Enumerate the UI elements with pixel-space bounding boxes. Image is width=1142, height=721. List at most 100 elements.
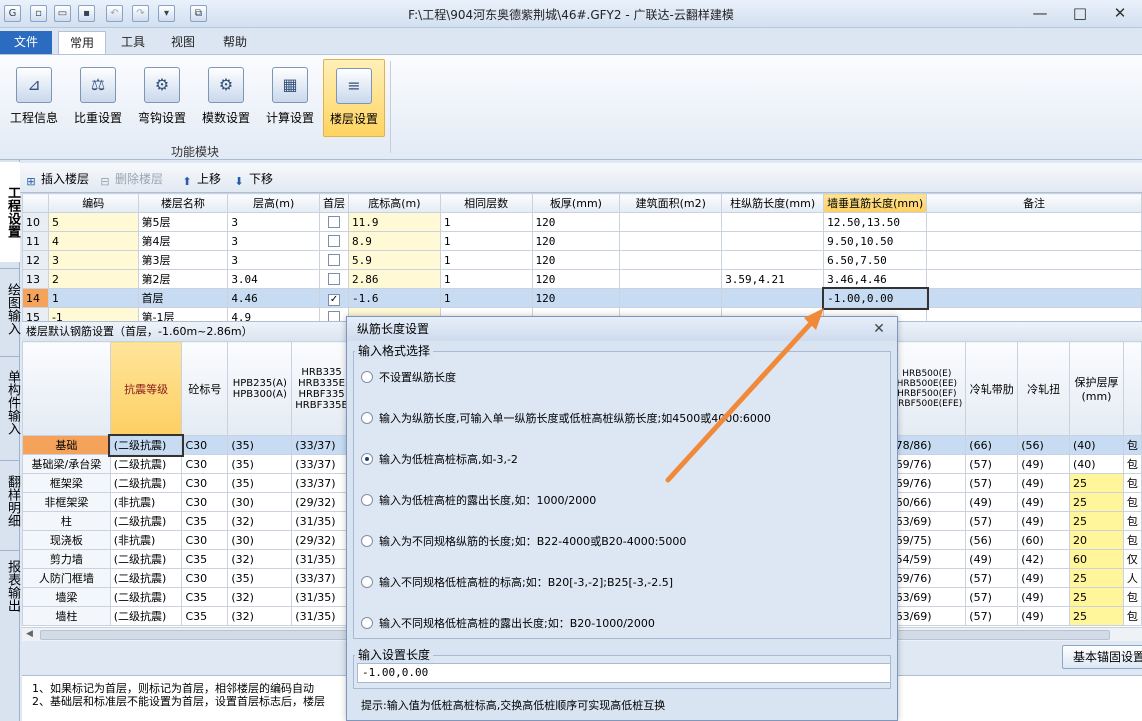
extra-cell[interactable]: 包	[1122, 454, 1142, 474]
first-floor-checkbox-cell[interactable]	[319, 231, 350, 251]
floor-name-cell[interactable]: 第-1层	[137, 307, 229, 321]
cold-twist-cell[interactable]: (42)	[1017, 549, 1070, 569]
wall-length-cell[interactable]: 3.46,4.46	[823, 269, 928, 289]
same-floor-count-cell[interactable]: 1	[439, 212, 533, 232]
note-cell[interactable]	[926, 288, 1142, 308]
hrb335-anchor-cell[interactable]: (31/35)	[291, 587, 352, 607]
delete-floor-button[interactable]: ⊟ 删除楼层	[98, 170, 163, 189]
floor-height-cell[interactable]: 4.9	[227, 307, 321, 321]
cold-twist-cell[interactable]: (49)	[1017, 492, 1070, 512]
wall-length-cell[interactable]: -1.00,0.00	[821, 286, 929, 310]
dialog-close-icon[interactable]: ✕	[869, 320, 889, 338]
floor-name-cell[interactable]: 第4层	[137, 231, 229, 251]
col-header-first[interactable]: 首层	[319, 193, 350, 213]
hrb500-anchor-cell[interactable]: (78/86)	[887, 435, 967, 455]
floor-height-cell[interactable]: 4.46	[227, 288, 321, 308]
seismic-grade-cell[interactable]: (二级抗震)	[109, 454, 183, 474]
first-floor-checkbox[interactable]	[328, 234, 341, 247]
tab-help[interactable]: 帮助	[214, 31, 256, 54]
bottom-elevation-cell[interactable]: 11.9	[348, 212, 441, 232]
floor-code-cell[interactable]: 4	[47, 231, 139, 251]
move-up-button[interactable]: ⬆ 上移	[180, 170, 221, 189]
sidebar-tab-drawing-input[interactable]: 绘图输入	[0, 268, 20, 348]
seismic-grade-cell[interactable]: (二级抗震)	[109, 587, 183, 607]
first-floor-checkbox[interactable]	[328, 215, 341, 228]
first-floor-checkbox[interactable]	[328, 253, 341, 266]
cold-rib-cell[interactable]: (66)	[965, 435, 1019, 455]
cold-twist-cell[interactable]: (60)	[1017, 530, 1070, 550]
col-header-same[interactable]: 相同层数	[439, 193, 533, 213]
first-floor-checkbox[interactable]	[328, 272, 341, 285]
first-floor-checkbox[interactable]	[328, 310, 341, 321]
cold-twist-cell[interactable]: (49)	[1017, 511, 1070, 531]
hrb500-anchor-cell[interactable]: (69/76)	[887, 568, 967, 588]
hook-settings-button[interactable]: ⚙ 弯钩设置	[131, 59, 193, 137]
hpb-anchor-cell[interactable]: (30)	[227, 530, 293, 550]
hrb335-anchor-cell[interactable]: (33/37)	[291, 473, 352, 493]
radio-button-icon[interactable]	[361, 453, 373, 465]
floor-name-cell[interactable]: 首层	[137, 288, 229, 308]
col-header-name[interactable]: 楼层名称	[137, 193, 229, 213]
floor-row[interactable]: 14 1 首层 4.46 ✓ -1.6 1 120 -1.00,0.00	[22, 286, 1142, 310]
seismic-grade-cell[interactable]: (二级抗震)	[108, 433, 184, 457]
minimize-button[interactable]: —	[1020, 2, 1060, 24]
cold-rib-cell[interactable]: (57)	[965, 511, 1019, 531]
tab-file[interactable]: 文件	[0, 31, 52, 54]
cover-cell[interactable]: 25	[1069, 568, 1124, 588]
area-cell[interactable]	[619, 288, 723, 308]
col-header-slab[interactable]: 板厚(mm)	[531, 193, 621, 213]
floor-settings-button[interactable]: ≡ 楼层设置	[323, 59, 385, 137]
hpb-anchor-cell[interactable]: (35)	[227, 568, 293, 588]
same-floor-count-cell[interactable]: 1	[439, 288, 533, 308]
cold-rib-cell[interactable]: (57)	[965, 454, 1019, 474]
seismic-grade-cell[interactable]: (二级抗震)	[109, 473, 183, 493]
floor-row[interactable]: 13 2 第2层 3.04 2.86 1 120 3.59,4.21 3.46,4.46	[22, 269, 1142, 289]
hrb500-anchor-cell[interactable]: (69/75)	[887, 530, 967, 550]
floor-height-cell[interactable]: 3	[227, 212, 321, 232]
col-header-column-length[interactable]: 柱纵筋长度(mm)	[721, 193, 825, 213]
cold-twist-cell[interactable]: (49)	[1017, 454, 1070, 474]
first-floor-checkbox-cell[interactable]	[319, 269, 350, 289]
first-floor-checkbox-cell[interactable]: ✓	[319, 288, 350, 308]
seismic-grade-cell[interactable]: (非抗震)	[109, 492, 183, 512]
floor-row[interactable]: 12 3 第3层 3 5.9 1 120 6.50,7.50	[22, 250, 1142, 270]
floor-height-cell[interactable]: 3	[227, 231, 321, 251]
col-header-code[interactable]: 编码	[47, 193, 139, 213]
length-input[interactable]: -1.00,0.00	[357, 663, 891, 683]
hpb-anchor-cell[interactable]: (32)	[227, 606, 293, 626]
hrb335-anchor-cell[interactable]: (33/37)	[291, 454, 352, 474]
seismic-grade-cell[interactable]: (二级抗震)	[109, 606, 183, 626]
rebar-header-cold-twist[interactable]: 冷轧扭	[1017, 341, 1070, 436]
extra-cell[interactable]: 包	[1122, 492, 1142, 512]
floor-name-cell[interactable]: 第2层	[137, 269, 229, 289]
hpb-anchor-cell[interactable]: (35)	[227, 454, 293, 474]
radio-button-icon[interactable]	[361, 371, 373, 383]
format-option-radio[interactable]: 输入不同规格低桩高桩的标高;如：B20[-3,-2];B25[-3,-2.5]	[361, 574, 673, 590]
insert-floor-button[interactable]: ⊞ 插入楼层	[24, 170, 89, 189]
hrb500-anchor-cell[interactable]: (54/59)	[887, 549, 967, 569]
hrb335-anchor-cell[interactable]: (31/35)	[291, 606, 352, 626]
calc-settings-button[interactable]: ▦ 计算设置	[259, 59, 321, 137]
floor-code-cell[interactable]: 1	[47, 288, 139, 308]
hrb500-anchor-cell[interactable]: (63/69)	[887, 606, 967, 626]
floor-name-cell[interactable]: 第3层	[137, 250, 229, 270]
col-header-bottom[interactable]: 底标高(m)	[348, 193, 441, 213]
cover-cell[interactable]: 20	[1069, 530, 1124, 550]
slab-thickness-cell[interactable]: 120	[531, 250, 621, 270]
cold-rib-cell[interactable]: (49)	[965, 492, 1019, 512]
first-floor-checkbox-cell[interactable]	[319, 212, 350, 232]
cover-cell[interactable]: 25	[1069, 492, 1124, 512]
concrete-grade-cell[interactable]: C30	[181, 435, 229, 455]
hpb-anchor-cell[interactable]: (32)	[227, 511, 293, 531]
slab-thickness-cell[interactable]: 120	[531, 212, 621, 232]
hpb-anchor-cell[interactable]: (32)	[227, 549, 293, 569]
cold-rib-cell[interactable]: (57)	[965, 473, 1019, 493]
first-floor-checkbox[interactable]: ✓	[328, 294, 341, 306]
floor-row[interactable]: 11 4 第4层 3 8.9 1 120 9.50,10.50	[22, 231, 1142, 251]
sidebar-tab-project-settings[interactable]: 工程设置	[0, 162, 20, 262]
seismic-grade-cell[interactable]: (二级抗震)	[109, 549, 183, 569]
column-length-cell[interactable]: 3.59,4.21	[721, 269, 825, 289]
floor-height-cell[interactable]: 3	[227, 250, 321, 270]
col-header-note[interactable]: 备注	[926, 193, 1142, 213]
cold-twist-cell[interactable]: (49)	[1017, 568, 1070, 588]
